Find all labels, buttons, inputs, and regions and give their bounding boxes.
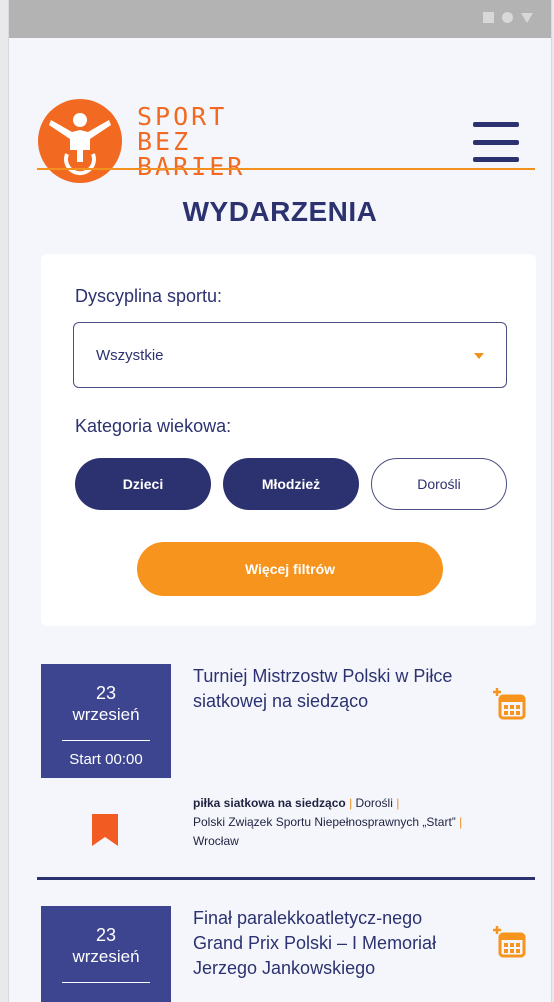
event-city: Wrocław [193,834,239,848]
event-item: 23 wrzesień Finał paralekkoatletycz-nego… [41,906,536,1002]
header-divider [37,168,535,170]
event-item: 23 wrzesień Start 00:00 Turniej Mistrzos… [41,664,536,864]
age-pill-youth[interactable]: Młodzież [223,458,359,510]
menu-bar [473,122,519,127]
site-logo[interactable]: SPORT BEZ BARIER [37,98,245,184]
signal-icon [483,12,494,23]
event-age-category: Dorośli [355,796,393,810]
add-to-calendar-icon[interactable] [490,924,530,964]
status-icons [483,12,533,23]
logo-line-1: SPORT [137,101,228,131]
sport-select-value: Wszystkie [96,347,164,364]
event-separator [37,877,535,880]
wheelchair-athlete-logo-icon [38,99,122,183]
meta-separator: | [392,796,400,810]
menu-bar [473,139,519,145]
bookmark-icon[interactable] [92,814,118,846]
chevron-down-icon [474,353,484,359]
date-divider [62,982,150,983]
add-to-calendar-icon[interactable] [490,686,530,726]
more-filters-button[interactable]: Więcej filtrów [137,542,443,596]
event-day: 23 [95,683,117,703]
battery-icon [521,12,533,23]
phone-screen: SPORT BEZ BARIER WYDARZENIA Dyscyplina s… [8,0,552,1002]
event-title[interactable]: Turniej Mistrzostw Polski w Piłce siatko… [193,664,453,714]
event-month: wrzesień [72,705,140,724]
meta-separator: | [455,815,463,829]
event-month: wrzesień [72,947,140,966]
event-discipline: piłka siatkowa na siedząco [193,796,346,810]
age-filter-label: Kategoria wiekowa: [75,416,232,436]
event-organizer: Polski Związek Sportu Niepełnosprawnych … [193,815,456,829]
status-bar [9,0,551,38]
wifi-icon [502,12,513,23]
page-title: WYDARZENIA [182,196,378,227]
meta-separator: | [345,796,356,810]
sport-filter-label: Dyscyplina sportu: [75,286,223,306]
age-pill-adults[interactable]: Dorośli [371,458,507,510]
sport-select[interactable]: Wszystkie [73,322,507,388]
event-date-box[interactable]: 23 wrzesień Start 00:00 [41,664,171,778]
event-meta: piłka siatkowa na siedząco | Dorośli | P… [193,794,493,851]
event-day: 23 [95,925,117,945]
logo-line-3: BARIER [137,151,246,181]
hamburger-menu-icon[interactable] [473,122,519,162]
logo-line-2: BEZ [137,126,192,156]
menu-bar [473,157,519,162]
event-date-box[interactable]: 23 wrzesień [41,906,171,1002]
event-start-time: Start 00:00 [69,751,143,768]
event-title[interactable]: Finał paralekkoatletycz-nego Grand Prix … [193,906,453,981]
filters-panel: Dyscyplina sportu: Wszystkie Kategoria w… [41,254,536,626]
site-header: SPORT BEZ BARIER [9,38,551,183]
age-pill-children[interactable]: Dzieci [75,458,211,510]
